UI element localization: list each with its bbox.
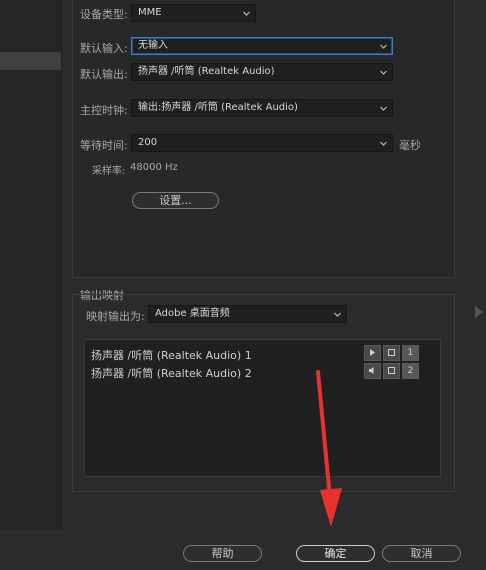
channel-device-icon[interactable] <box>383 345 400 361</box>
default-output-value: 扬声器 /听筒 (Realtek Audio) <box>138 66 275 77</box>
settings-button[interactable]: 设置... <box>132 192 219 209</box>
map-to-dropdown[interactable]: Adobe 桌面音频 <box>148 305 347 323</box>
help-button[interactable]: 帮助 <box>183 545 262 562</box>
default-input-value: 无输入 <box>138 40 168 51</box>
annotation-arrow-icon <box>316 370 342 527</box>
device-type-label: 设备类型: <box>80 8 128 21</box>
chevron-down-icon <box>334 311 341 318</box>
latency-value: 200 <box>138 137 158 148</box>
channel-number-1[interactable]: 1 <box>402 345 419 361</box>
list-item[interactable]: 扬声器 /听筒 (Realtek Audio) 2 <box>91 365 252 381</box>
default-output-dropdown[interactable]: 扬声器 /听筒 (Realtek Audio) <box>131 63 393 81</box>
device-type-dropdown[interactable]: MME <box>131 4 256 22</box>
channel-number-2[interactable]: 2 <box>402 363 419 379</box>
master-clock-dropdown[interactable]: 输出:扬声器 /听筒 (Realtek Audio) <box>131 99 393 117</box>
chevron-down-icon <box>380 140 387 147</box>
master-clock-label: 主控时钟: <box>80 104 128 117</box>
master-clock-value: 输出:扬声器 /听筒 (Realtek Audio) <box>138 102 298 113</box>
play-icon[interactable] <box>364 345 381 361</box>
sample-rate-value: 48000 Hz <box>130 162 178 173</box>
latency-label: 等待时间: <box>80 139 128 152</box>
default-output-label: 默认输出: <box>80 68 128 81</box>
channel-device-icon[interactable] <box>383 363 400 379</box>
map-to-label: 映射输出为: <box>86 310 145 323</box>
left-sidebar <box>0 0 62 530</box>
expand-right-icon[interactable] <box>474 305 484 319</box>
latency-dropdown[interactable]: 200 <box>131 134 393 152</box>
chevron-down-icon <box>380 43 387 50</box>
sample-rate-label: 采样率: <box>92 166 126 177</box>
ok-button[interactable]: 确定 <box>296 545 375 562</box>
map-to-value: Adobe 桌面音频 <box>155 308 230 319</box>
device-type-value: MME <box>138 7 162 18</box>
chevron-down-icon <box>243 10 250 17</box>
chevron-down-icon <box>380 105 387 112</box>
speaker-icon[interactable] <box>364 363 381 379</box>
list-item[interactable]: 扬声器 /听筒 (Realtek Audio) 1 <box>91 347 252 363</box>
chevron-down-icon <box>380 69 387 76</box>
cancel-button[interactable]: 取消 <box>382 545 461 562</box>
default-input-label: 默认输入: <box>80 42 128 55</box>
default-input-dropdown[interactable]: 无输入 <box>131 37 393 55</box>
latency-unit: 毫秒 <box>399 139 421 152</box>
sidebar-selected-item[interactable] <box>0 52 61 70</box>
